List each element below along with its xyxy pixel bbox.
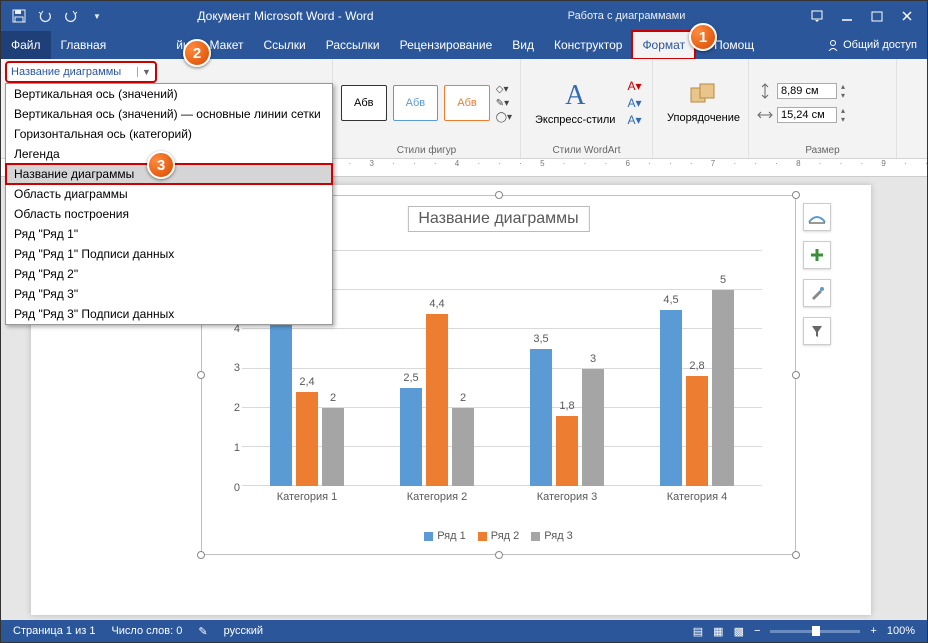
x-axis-labels: Категория 1Категория 2Категория 3Категор… <box>242 491 762 503</box>
chart-elements-button[interactable] <box>803 241 831 269</box>
document-title: Документ Microsoft Word - Word <box>115 9 456 23</box>
ribbon: ▼ Вертикальная ось (значений)Вертикальна… <box>1 59 927 159</box>
language-indicator[interactable]: русский <box>224 625 263 637</box>
tellme-label: Помощ <box>714 38 754 52</box>
element-dropdown-item[interactable]: Область построения <box>6 204 332 224</box>
shape-outline-icon[interactable]: ✎▾ <box>496 98 512 109</box>
save-icon[interactable] <box>11 8 27 24</box>
qat-dropdown-icon[interactable]: ▼ <box>89 8 105 24</box>
zoom-level[interactable]: 100% <box>887 625 915 637</box>
annotation-callout-1: 1 <box>689 23 717 51</box>
word-count[interactable]: Число слов: 0 <box>111 625 182 637</box>
resize-handle[interactable] <box>197 371 205 379</box>
spinner-icon[interactable]: ▴▾ <box>841 106 845 124</box>
height-field[interactable]: ▴▾ <box>757 82 845 100</box>
chart-element-selector[interactable]: ▼ <box>5 61 157 83</box>
share-label: Общий доступ <box>843 39 917 51</box>
tab-chart-design[interactable]: Конструктор <box>544 31 632 59</box>
element-selector-field[interactable] <box>7 64 137 80</box>
shape-style-2[interactable]: Абв <box>393 85 439 121</box>
height-input[interactable] <box>777 83 837 99</box>
element-dropdown-item[interactable]: Ряд "Ряд 1" Подписи данных <box>6 244 332 264</box>
wordart-express-styles[interactable]: A Экспресс-стили <box>529 78 621 128</box>
view-readmode-icon[interactable]: ▤ <box>693 625 703 638</box>
group-wordart: Стили WordArt <box>529 143 644 156</box>
tab-review[interactable]: Рецензирование <box>390 31 503 59</box>
element-dropdown-item[interactable]: Вертикальная ось (значений) <box>6 84 332 104</box>
shape-fill-icon[interactable]: ◇▾ <box>496 84 512 95</box>
chevron-down-icon[interactable]: ▼ <box>137 67 155 77</box>
element-dropdown-item[interactable]: Горизонтальная ось (категорий) <box>6 124 332 144</box>
layout-options-button[interactable] <box>803 203 831 231</box>
tab-references[interactable]: Ссылки <box>254 31 316 59</box>
view-print-icon[interactable]: ▦ <box>713 625 723 638</box>
proofing-icon[interactable]: ✎ <box>198 625 207 638</box>
arrange-label: Упорядочение <box>667 112 740 124</box>
status-bar: Страница 1 из 1 Число слов: 0 ✎ русский … <box>1 620 927 642</box>
element-dropdown-item[interactable]: Ряд "Ряд 3" <box>6 284 332 304</box>
group-shape-styles: Стили фигур <box>341 143 512 156</box>
resize-handle[interactable] <box>792 371 800 379</box>
express-label: Экспресс-стили <box>535 114 615 126</box>
tab-mailings[interactable]: Рассылки <box>316 31 390 59</box>
resize-handle[interactable] <box>495 551 503 559</box>
share-button[interactable]: Общий доступ <box>817 31 927 59</box>
contextual-tools-title: Работа с диаграммами <box>456 10 797 22</box>
close-icon[interactable] <box>901 10 913 22</box>
element-dropdown-item[interactable]: Ряд "Ряд 1" <box>6 224 332 244</box>
spinner-icon[interactable]: ▴▾ <box>841 82 845 100</box>
resize-handle[interactable] <box>197 551 205 559</box>
tab-home[interactable]: Главная <box>51 31 117 59</box>
chart-styles-button[interactable] <box>803 279 831 307</box>
maximize-icon[interactable] <box>871 10 883 22</box>
wordart-a-icon: A <box>565 80 585 112</box>
text-effects-icon[interactable]: A▾ <box>627 113 641 127</box>
arrange-icon <box>688 82 720 110</box>
resize-handle[interactable] <box>495 191 503 199</box>
tab-format[interactable]: Формат <box>632 31 695 59</box>
annotation-callout-2: 2 <box>183 39 211 67</box>
shape-effects-icon[interactable]: ◯▾ <box>496 112 512 123</box>
zoom-in-icon[interactable]: + <box>870 625 876 637</box>
zoom-out-icon[interactable]: − <box>754 625 760 637</box>
element-selector-dropdown[interactable]: Вертикальная ось (значений)Вертикальная … <box>5 83 333 325</box>
undo-icon[interactable] <box>37 8 53 24</box>
title-bar: ▼ Документ Microsoft Word - Word Работа … <box>1 1 927 31</box>
tab-view[interactable]: Вид <box>502 31 544 59</box>
text-fill-icon[interactable]: A▾ <box>627 79 641 93</box>
element-dropdown-item[interactable]: Вертикальная ось (значений) — основные л… <box>6 104 332 124</box>
width-field[interactable]: ▴▾ <box>757 106 845 124</box>
element-dropdown-item[interactable]: Ряд "Ряд 3" Подписи данных <box>6 304 332 324</box>
tab-insert-obscured[interactable] <box>116 31 166 59</box>
shape-style-1[interactable]: Абв <box>341 85 387 121</box>
shape-style-3[interactable]: Абв <box>444 85 490 121</box>
element-dropdown-item[interactable]: Область диаграммы <box>6 184 332 204</box>
chart-filters-button[interactable] <box>803 317 831 345</box>
resize-handle[interactable] <box>792 551 800 559</box>
group-size: Размер <box>757 143 888 156</box>
tab-file[interactable]: Файл <box>1 31 51 59</box>
element-dropdown-item[interactable]: Ряд "Ряд 2" <box>6 264 332 284</box>
resize-handle[interactable] <box>792 191 800 199</box>
text-outline-icon[interactable]: A▾ <box>627 96 641 110</box>
minimize-icon[interactable] <box>841 10 853 22</box>
user-icon <box>827 39 839 51</box>
page-indicator[interactable]: Страница 1 из 1 <box>13 625 95 637</box>
width-input[interactable] <box>777 107 837 123</box>
annotation-callout-3: 3 <box>147 151 175 179</box>
height-icon <box>757 83 773 99</box>
arrange-button[interactable]: Упорядочение <box>661 80 746 126</box>
chart-legend[interactable]: Ряд 1Ряд 2Ряд 3 <box>202 530 795 542</box>
zoom-slider[interactable] <box>770 630 860 633</box>
ribbon-options-icon[interactable] <box>811 10 823 22</box>
width-icon <box>757 107 773 123</box>
ribbon-tabs: Файл Главная йн Макет Ссылки Рассылки Ре… <box>1 31 927 59</box>
view-web-icon[interactable]: ▩ <box>734 625 744 638</box>
chart-title[interactable]: Название диаграммы <box>407 206 589 232</box>
redo-icon[interactable] <box>63 8 79 24</box>
